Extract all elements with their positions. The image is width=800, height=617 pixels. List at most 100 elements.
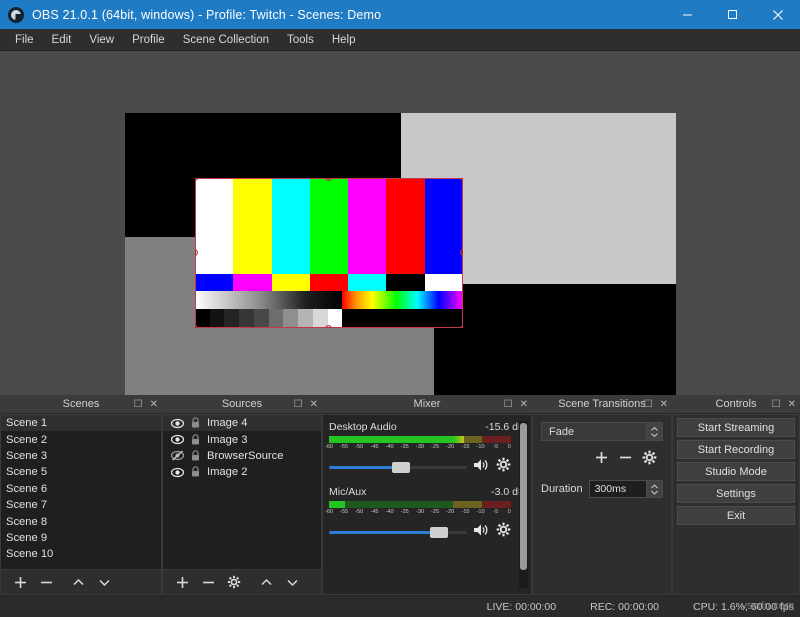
- scale-tick: -25: [431, 444, 439, 450]
- selected-source-test-pattern[interactable]: [195, 178, 463, 328]
- eye-hidden-icon[interactable]: [171, 450, 184, 461]
- scene-label: Scene 10: [6, 548, 53, 560]
- close-icon[interactable]: ✕: [788, 400, 796, 410]
- move-source-down-button[interactable]: [279, 570, 305, 595]
- close-icon[interactable]: ✕: [660, 400, 668, 410]
- remove-source-button[interactable]: [195, 570, 221, 595]
- menu-view[interactable]: View: [80, 31, 123, 49]
- resize-handle-bottom-right[interactable]: [460, 325, 463, 328]
- mixer-track-mic-aux: Mic/Aux -3.0 dB -60 -55 -50 -45 -40 -35: [329, 486, 525, 542]
- menu-scene-collection[interactable]: Scene Collection: [174, 31, 278, 49]
- lock-icon[interactable]: [190, 450, 201, 462]
- scale-tick: -15: [461, 444, 469, 450]
- mixer-track-desktop-audio: Desktop Audio -15.6 dB -60 -55 -50 -45 -…: [329, 421, 525, 477]
- resize-handle-middle-right[interactable]: [460, 249, 463, 256]
- menu-help[interactable]: Help: [323, 31, 365, 49]
- scene-list-item[interactable]: Scene 5: [1, 464, 161, 480]
- eye-icon[interactable]: [171, 467, 184, 478]
- mixer-db-scale: -60 -55 -50 -45 -40 -35 -30 -25 -20 -15 …: [329, 509, 511, 518]
- scene-list-item[interactable]: Scene 10: [1, 546, 161, 562]
- sources-list[interactable]: Image 4 Image 3: [163, 415, 321, 569]
- scale-tick: -45: [370, 509, 378, 515]
- float-icon[interactable]: ☐: [294, 400, 303, 410]
- scale-tick: -35: [401, 444, 409, 450]
- preview-area[interactable]: [0, 51, 800, 395]
- preview-canvas[interactable]: [125, 113, 676, 395]
- speaker-icon[interactable]: [473, 523, 490, 542]
- move-source-up-button[interactable]: [253, 570, 279, 595]
- menu-profile[interactable]: Profile: [123, 31, 174, 49]
- gear-icon[interactable]: [496, 522, 511, 542]
- source-list-item[interactable]: Image 4: [163, 415, 321, 431]
- scene-list-item[interactable]: Scene 8: [1, 513, 161, 529]
- volume-slider[interactable]: [329, 460, 467, 474]
- speaker-icon[interactable]: [473, 458, 490, 477]
- close-icon[interactable]: ✕: [520, 400, 528, 410]
- scene-list-item[interactable]: Scene 7: [1, 497, 161, 513]
- transition-select[interactable]: Fade: [541, 422, 663, 441]
- source-label: Image 2: [207, 466, 247, 478]
- scene-list-item[interactable]: Scene 3: [1, 448, 161, 464]
- float-icon[interactable]: ☐: [772, 400, 781, 410]
- mixer-scrollbar[interactable]: [519, 421, 528, 588]
- settings-button[interactable]: Settings: [677, 484, 795, 503]
- float-icon[interactable]: ☐: [644, 400, 653, 410]
- move-scene-down-button[interactable]: [91, 570, 117, 595]
- lock-icon[interactable]: [190, 434, 201, 446]
- scenes-dock-body: Scene 1 Scene 2 Scene 3 Scene 5 Scene 6 …: [0, 414, 162, 595]
- lock-icon[interactable]: [190, 417, 201, 429]
- start-recording-button[interactable]: Start Recording: [677, 440, 795, 459]
- close-button[interactable]: [755, 0, 800, 29]
- resize-handle-bottom-center[interactable]: [325, 325, 332, 328]
- float-icon[interactable]: ☐: [504, 400, 513, 410]
- spinner-updown-icon[interactable]: [646, 481, 662, 497]
- eye-icon[interactable]: [171, 418, 184, 429]
- volume-slider[interactable]: [329, 525, 467, 539]
- maximize-button[interactable]: [710, 0, 755, 29]
- float-icon[interactable]: ☐: [134, 400, 143, 410]
- scene-list-item[interactable]: Scene 2: [1, 431, 161, 447]
- close-icon[interactable]: ✕: [310, 400, 318, 410]
- scene-list-item[interactable]: Scene 1: [1, 415, 161, 431]
- exit-button[interactable]: Exit: [677, 506, 795, 525]
- minimize-button[interactable]: [665, 0, 710, 29]
- move-scene-up-button[interactable]: [65, 570, 91, 595]
- eye-icon[interactable]: [171, 434, 184, 445]
- studio-mode-button[interactable]: Studio Mode: [677, 462, 795, 481]
- menu-edit[interactable]: Edit: [43, 31, 81, 49]
- duration-input[interactable]: 300ms: [589, 480, 663, 498]
- scenes-list[interactable]: Scene 1 Scene 2 Scene 3 Scene 5 Scene 6 …: [1, 415, 161, 569]
- controls-dock: Controls ☐ ✕ Start Streaming Start Recor…: [672, 395, 800, 595]
- add-scene-button[interactable]: [7, 570, 33, 595]
- scene-list-item[interactable]: Scene 9: [1, 530, 161, 546]
- menu-tools[interactable]: Tools: [278, 31, 323, 49]
- source-list-item[interactable]: Image 2: [163, 464, 321, 480]
- mixer-level-meter: [329, 436, 511, 443]
- scale-tick: -35: [401, 509, 409, 515]
- gear-icon[interactable]: [496, 457, 511, 477]
- duration-label: Duration: [541, 483, 583, 495]
- scene-list-item[interactable]: Scene 6: [1, 481, 161, 497]
- chevron-updown-icon[interactable]: [646, 423, 662, 440]
- mixer-track-name: Desktop Audio: [329, 421, 397, 433]
- source-list-item[interactable]: BrowserSource: [163, 448, 321, 464]
- mixer-scrollbar-thumb[interactable]: [520, 423, 527, 570]
- source-list-item[interactable]: Image 3: [163, 431, 321, 447]
- remove-transition-button[interactable]: [618, 450, 633, 470]
- add-source-button[interactable]: [169, 570, 195, 595]
- remove-scene-button[interactable]: [33, 570, 59, 595]
- lock-icon[interactable]: [190, 466, 201, 478]
- sources-dock-icons: ☐ ✕: [294, 395, 318, 414]
- sources-dock-header: Sources ☐ ✕: [162, 395, 322, 414]
- add-transition-button[interactable]: [594, 450, 609, 470]
- start-streaming-button[interactable]: Start Streaming: [677, 418, 795, 437]
- close-icon[interactable]: ✕: [150, 400, 158, 410]
- scene-label: Scene 2: [6, 434, 47, 446]
- sources-dock-body: Image 4 Image 3: [162, 414, 322, 595]
- scale-tick: 0: [508, 509, 511, 515]
- menu-file[interactable]: File: [6, 31, 43, 49]
- color-bars-inverted-row: [195, 274, 463, 291]
- scale-tick: -40: [386, 509, 394, 515]
- source-properties-button[interactable]: [221, 570, 247, 595]
- transition-properties-button[interactable]: [642, 450, 657, 470]
